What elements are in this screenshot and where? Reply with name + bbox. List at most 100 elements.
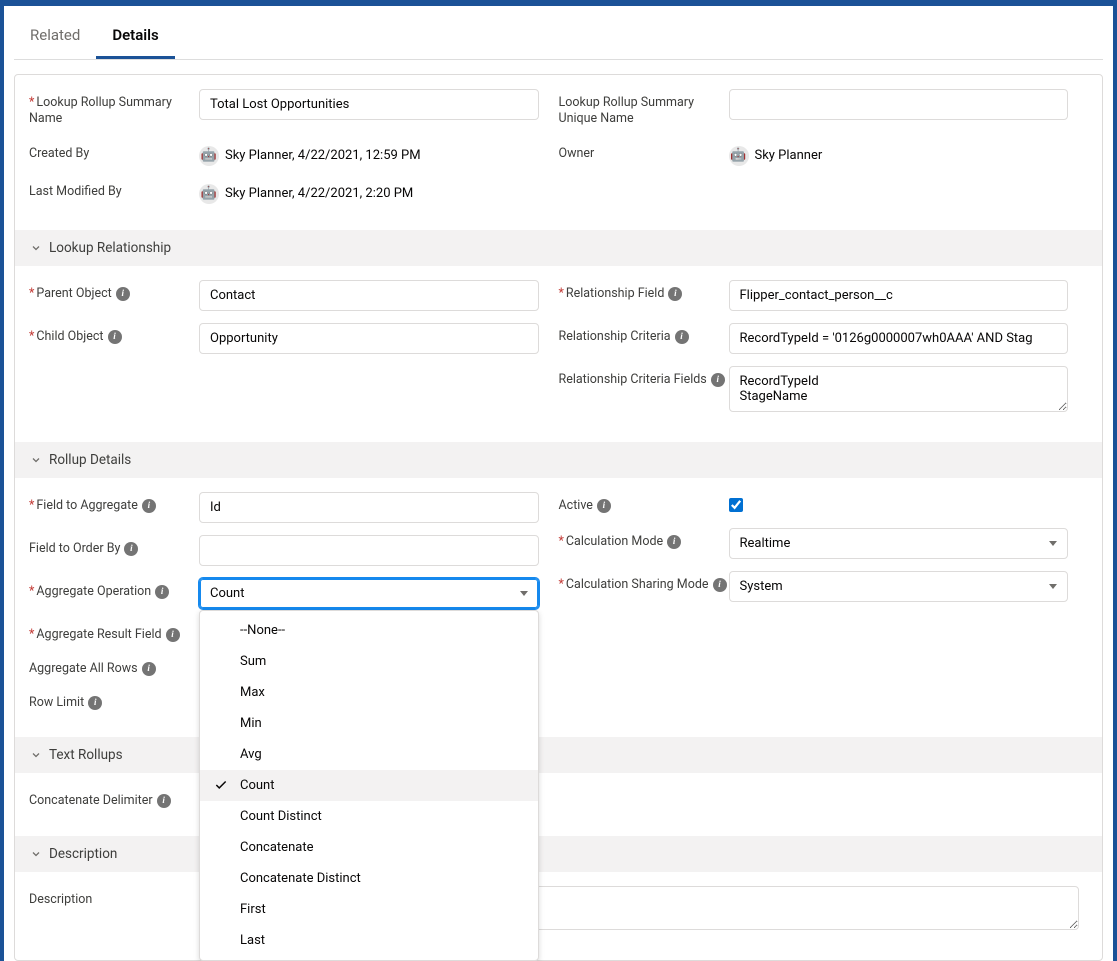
calculation-mode-label: Calculation Mode bbox=[566, 534, 663, 549]
active-checkbox[interactable] bbox=[729, 498, 743, 512]
unique-name-label: Lookup Rollup Summary Unique Name bbox=[559, 95, 729, 128]
dropdown-item[interactable]: Count Distinct bbox=[200, 801, 538, 832]
dropdown-item-label: Min bbox=[240, 716, 262, 731]
relationship-criteria-fields-label: Relationship Criteria Fields bbox=[559, 372, 707, 388]
field-to-order-label: Field to Order By bbox=[29, 541, 120, 557]
chevron-down-icon bbox=[29, 453, 43, 467]
parent-object-input[interactable] bbox=[199, 280, 539, 311]
relationship-criteria-label: Relationship Criteria bbox=[559, 329, 671, 345]
aggregate-all-rows-label: Aggregate All Rows bbox=[29, 661, 138, 677]
avatar bbox=[199, 146, 219, 166]
dropdown-item-label: Count bbox=[240, 778, 274, 793]
section-lookup-title: Lookup Relationship bbox=[49, 240, 171, 256]
unique-name-input[interactable] bbox=[729, 89, 1069, 120]
aggregate-result-field-label: Aggregate Result Field bbox=[36, 627, 161, 642]
section-rollup-header[interactable]: Rollup Details bbox=[15, 442, 1102, 478]
aggregate-operation-value: Count bbox=[210, 586, 244, 601]
calculation-sharing-label: Calculation Sharing Mode bbox=[566, 577, 709, 592]
dropdown-item-label: --None-- bbox=[240, 623, 285, 638]
check-icon bbox=[214, 778, 228, 792]
dropdown-item-label: Sum bbox=[240, 654, 266, 669]
section-description-title: Description bbox=[49, 846, 117, 862]
relationship-criteria-fields-input[interactable] bbox=[729, 366, 1069, 412]
dropdown-item-label: Last bbox=[240, 933, 265, 948]
info-icon[interactable] bbox=[155, 585, 169, 599]
dropdown-item-label: Concatenate Distinct bbox=[240, 871, 361, 886]
active-label: Active bbox=[559, 498, 593, 514]
relationship-criteria-input[interactable] bbox=[729, 323, 1069, 354]
info-icon[interactable] bbox=[675, 330, 689, 344]
modified-by-value: Sky Planner, 4/22/2021, 2:20 PM bbox=[225, 186, 413, 201]
chevron-down-icon bbox=[29, 847, 43, 861]
info-icon[interactable] bbox=[713, 578, 727, 592]
info-icon[interactable] bbox=[108, 330, 122, 344]
avatar bbox=[199, 184, 219, 204]
relationship-field-input[interactable] bbox=[729, 280, 1069, 311]
dropdown-item-label: Avg bbox=[240, 747, 262, 762]
section-description-header[interactable]: Description bbox=[15, 836, 1102, 872]
relationship-field-label: Relationship Field bbox=[566, 286, 665, 301]
dropdown-item[interactable]: Max bbox=[200, 677, 538, 708]
calculation-mode-select[interactable]: Realtime bbox=[729, 528, 1069, 559]
owner-value: Sky Planner bbox=[755, 148, 823, 163]
summary-name-input[interactable] bbox=[199, 89, 539, 120]
section-rollup-title: Rollup Details bbox=[49, 452, 131, 468]
aggregate-operation-dropdown: --None-- Sum Max Min Avg Count Count Distinct C… bbox=[199, 610, 539, 961]
description-label: Description bbox=[29, 892, 92, 908]
info-icon[interactable] bbox=[124, 542, 138, 556]
aggregate-operation-select[interactable]: Count bbox=[199, 578, 539, 609]
summary-name-label: Lookup Rollup Summary Name bbox=[29, 95, 172, 126]
caret-down-icon bbox=[1049, 584, 1057, 589]
info-icon[interactable] bbox=[166, 628, 180, 642]
row-limit-label: Row Limit bbox=[29, 695, 84, 711]
owner-label: Owner bbox=[559, 146, 595, 162]
dropdown-item[interactable]: Concatenate bbox=[200, 832, 538, 863]
child-object-label: Child Object bbox=[36, 329, 103, 344]
aggregate-operation-select-wrap: Count --None--SumMaxMinAvgCountCount Dis… bbox=[199, 578, 539, 609]
info-icon[interactable] bbox=[668, 287, 682, 301]
dropdown-item[interactable]: Concatenate Distinct bbox=[200, 863, 538, 894]
child-object-input[interactable] bbox=[199, 323, 539, 354]
info-icon[interactable] bbox=[157, 794, 171, 808]
created-by-value: Sky Planner, 4/22/2021, 12:59 PM bbox=[225, 148, 421, 163]
info-icon[interactable] bbox=[88, 696, 102, 710]
calculation-mode-value: Realtime bbox=[740, 536, 791, 551]
section-text-title: Text Rollups bbox=[49, 747, 123, 763]
dropdown-item-label: Concatenate bbox=[240, 840, 313, 855]
dropdown-item[interactable]: Min bbox=[200, 708, 538, 739]
created-by-label: Created By bbox=[29, 146, 89, 162]
info-icon[interactable] bbox=[667, 535, 681, 549]
details-card: *Lookup Rollup Summary Name Created By S… bbox=[14, 74, 1103, 961]
dropdown-item[interactable]: Last bbox=[200, 925, 538, 956]
caret-down-icon bbox=[520, 591, 528, 596]
tab-related[interactable]: Related bbox=[14, 16, 96, 59]
field-to-aggregate-input[interactable] bbox=[199, 492, 539, 523]
info-icon[interactable] bbox=[711, 373, 725, 387]
field-to-aggregate-label: Field to Aggregate bbox=[36, 498, 137, 513]
section-text-header[interactable]: Text Rollups bbox=[15, 737, 1102, 773]
dropdown-item[interactable]: Avg bbox=[200, 739, 538, 770]
info-icon[interactable] bbox=[142, 499, 156, 513]
dropdown-item-label: First bbox=[240, 902, 266, 917]
dropdown-item[interactable]: Count bbox=[200, 770, 538, 801]
avatar bbox=[729, 146, 749, 166]
section-lookup-header[interactable]: Lookup Relationship bbox=[15, 230, 1102, 266]
caret-down-icon bbox=[1049, 541, 1057, 546]
aggregate-operation-label: Aggregate Operation bbox=[36, 584, 151, 599]
tab-details[interactable]: Details bbox=[96, 16, 174, 59]
calculation-sharing-select[interactable]: System bbox=[729, 571, 1069, 602]
field-to-order-input[interactable] bbox=[199, 535, 539, 566]
dropdown-item[interactable]: Sum bbox=[200, 646, 538, 677]
info-icon[interactable] bbox=[597, 499, 611, 513]
modified-by-label: Last Modified By bbox=[29, 184, 122, 200]
info-icon[interactable] bbox=[142, 662, 156, 676]
dropdown-item[interactable]: First bbox=[200, 894, 538, 925]
concatenate-delimiter-label: Concatenate Delimiter bbox=[29, 793, 153, 809]
dropdown-item-label: Count Distinct bbox=[240, 809, 322, 824]
info-icon[interactable] bbox=[116, 287, 130, 301]
dropdown-item[interactable]: --None-- bbox=[200, 615, 538, 646]
tabs: Related Details bbox=[14, 6, 1103, 60]
dropdown-item-label: Max bbox=[240, 685, 265, 700]
chevron-down-icon bbox=[29, 241, 43, 255]
calculation-sharing-value: System bbox=[740, 579, 783, 594]
